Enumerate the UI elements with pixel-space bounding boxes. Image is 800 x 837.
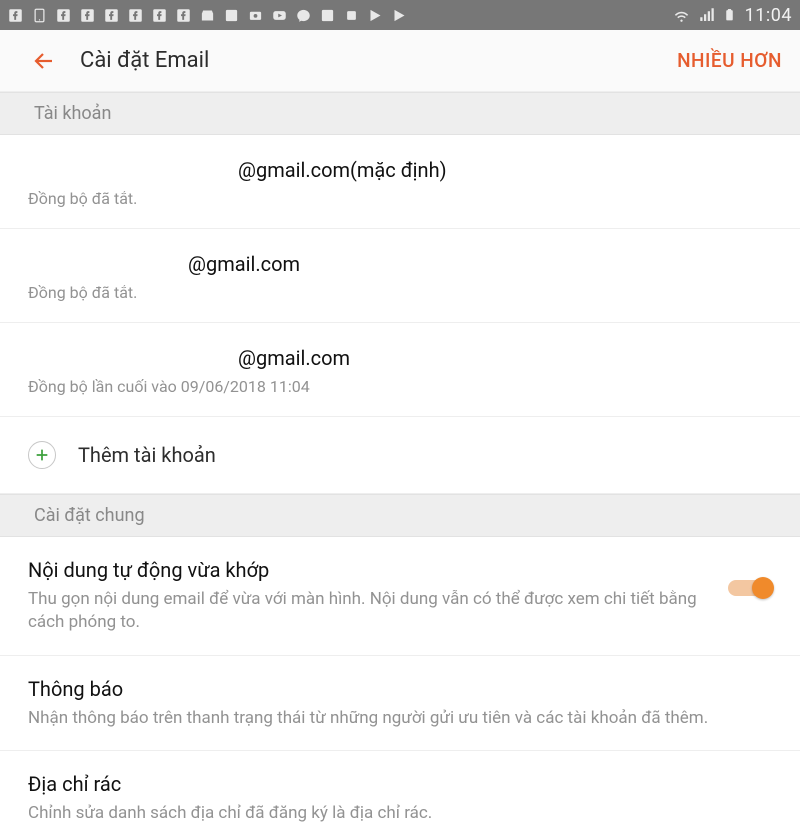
- setting-spam[interactable]: Địa chỉ rác Chỉnh sửa danh sách địa chỉ …: [0, 751, 800, 837]
- account-row[interactable]: @gmail.com(mặc định) Đồng bộ đã tắt.: [0, 135, 800, 229]
- plus-icon: [28, 441, 56, 469]
- add-account-label: Thêm tài khoản: [78, 443, 216, 467]
- setting-desc: Chỉnh sửa danh sách địa chỉ đã đăng ký l…: [28, 802, 772, 825]
- app-icon: [344, 8, 359, 23]
- account-email: @gmail.com(mặc định): [238, 157, 772, 183]
- back-button[interactable]: [30, 47, 58, 75]
- facebook-icon: [128, 8, 143, 23]
- android-status-bar: 11:04: [0, 0, 800, 30]
- facebook-icon: [8, 8, 23, 23]
- battery-icon: [723, 5, 736, 25]
- messenger-icon: [296, 8, 311, 23]
- app-bar: Cài đặt Email NHIỀU HƠN: [0, 30, 800, 92]
- news-icon: [320, 8, 335, 23]
- autofit-toggle[interactable]: [728, 577, 772, 599]
- play-icon: [392, 8, 407, 23]
- setting-title: Nội dung tự động vừa khớp: [28, 557, 712, 584]
- facebook-icon: [80, 8, 95, 23]
- account-email: @gmail.com: [238, 345, 772, 371]
- play-icon: [368, 8, 383, 23]
- arrow-left-icon: [32, 49, 56, 73]
- status-notification-icons: [8, 8, 672, 23]
- camera-icon: [248, 8, 263, 23]
- account-sync-status: Đồng bộ lần cuối vào 09/06/2018 11:04: [28, 377, 772, 396]
- facebook-icon: [56, 8, 71, 23]
- account-sync-status: Đồng bộ đã tắt.: [28, 283, 772, 302]
- add-account-row[interactable]: Thêm tài khoản: [0, 417, 800, 494]
- more-button[interactable]: NHIỀU HƠN: [677, 49, 782, 72]
- setting-desc: Nhận thông báo trên thanh trạng thái từ …: [28, 707, 772, 730]
- facebook-icon: [152, 8, 167, 23]
- page-title: Cài đặt Email: [80, 48, 677, 73]
- section-accounts-header: Tài khoản: [0, 92, 800, 135]
- setting-notifications[interactable]: Thông báo Nhận thông báo trên thanh trạn…: [0, 656, 800, 751]
- account-sync-status: Đồng bộ đã tắt.: [28, 189, 772, 208]
- account-email: @gmail.com: [188, 251, 772, 277]
- wifi-icon: [672, 6, 691, 25]
- shop-icon: [200, 8, 215, 23]
- facebook-icon: [176, 8, 191, 23]
- youtube-icon: [272, 8, 287, 23]
- status-clock: 11:04: [745, 5, 792, 26]
- setting-desc: Thu gọn nội dung email để vừa với màn hì…: [28, 588, 712, 635]
- app-icon: [224, 8, 239, 23]
- setting-title: Địa chỉ rác: [28, 771, 772, 798]
- account-row[interactable]: @gmail.com Đồng bộ đã tắt.: [0, 229, 800, 323]
- section-general-header: Cài đặt chung: [0, 494, 800, 537]
- status-system-icons: 11:04: [672, 5, 792, 26]
- account-row[interactable]: @gmail.com Đồng bộ lần cuối vào 09/06/20…: [0, 323, 800, 417]
- signal-icon: [698, 6, 716, 24]
- facebook-icon: [104, 8, 119, 23]
- setting-autofit[interactable]: Nội dung tự động vừa khớp Thu gọn nội du…: [0, 537, 800, 656]
- tablet-icon: [32, 8, 47, 23]
- setting-title: Thông báo: [28, 676, 772, 703]
